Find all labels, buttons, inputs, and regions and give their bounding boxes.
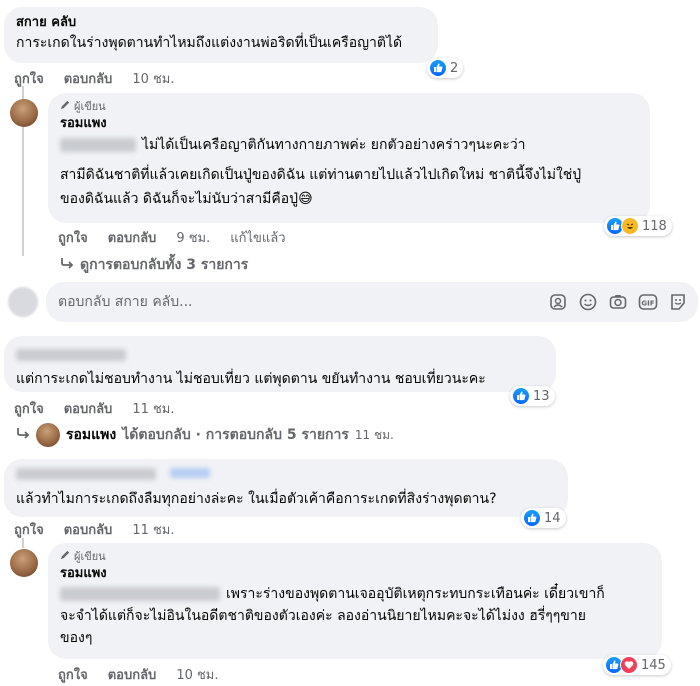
- love-reaction-icon: [620, 656, 638, 674]
- comment-text: ไม่ได้เป็นเครือญาติกันทางกายภาพค่ะ ยกตัว…: [142, 137, 526, 153]
- avatar: [36, 423, 60, 447]
- reply-summary-time: 11 ชม.: [354, 427, 394, 442]
- reply-button[interactable]: ตอบกลับ: [108, 664, 157, 685]
- gif-icon[interactable]: GIF: [638, 292, 658, 312]
- badge-redacted: [170, 468, 210, 478]
- view-replies-label: ดูการตอบกลับทั้ง 3 รายการ: [80, 257, 249, 273]
- reply-summary-text: ได้ตอบกลับ · การตอบกลับ 5 รายการ: [122, 427, 349, 443]
- comment-time[interactable]: 10 ชม.: [132, 68, 174, 89]
- avatar[interactable]: [10, 99, 38, 127]
- reply-button[interactable]: ตอบกลับ: [64, 68, 113, 89]
- commenter-name[interactable]: รอมแพง: [60, 115, 638, 133]
- comment-bubble: แล้วทำไมการะเกดถึงลืมทุกอย่างล่ะคะ ในเมื…: [4, 459, 568, 517]
- mention-redacted[interactable]: [60, 587, 220, 601]
- camera-icon[interactable]: [608, 292, 628, 312]
- comment-text: แล้วทำไมการะเกดถึงลืมทุกอย่างล่ะคะ ในเมื…: [16, 491, 497, 507]
- commenter-name[interactable]: รอมแพง: [60, 565, 650, 583]
- comment-actions: ถูกใจ ตอบกลับ 11 ชม.: [14, 398, 175, 419]
- reaction-count[interactable]: 118: [604, 216, 672, 236]
- reply-arrow-icon: [16, 427, 30, 443]
- author-badge: ผู้เขียน: [60, 99, 638, 115]
- like-button[interactable]: ถูกใจ: [14, 519, 44, 540]
- svg-text:GIF: GIF: [641, 300, 654, 308]
- commenter-name[interactable]: สกาย คลับ: [16, 14, 426, 32]
- comment-bubble: ผู้เขียน รอมแพง เพราะร่างของพุดตานเจออุบ…: [48, 543, 662, 659]
- comment-text: การะเกดในร่างพุดตานทำไหมถึงแต่งงานพ่อริด…: [16, 35, 403, 51]
- comment-bubble: แต่การะเกดไม่ชอบทำงาน ไม่ชอบเที่ยว แต่พุ…: [4, 336, 556, 392]
- pencil-icon: [60, 549, 71, 565]
- like-reaction-icon: [429, 59, 447, 77]
- reaction-count[interactable]: 14: [521, 508, 566, 528]
- reply-button[interactable]: ตอบกลับ: [108, 227, 157, 248]
- comment-text: สามีดิฉันชาติที่แล้วเคยเกิดเป็นปู่ของดิฉ…: [60, 167, 582, 183]
- reply-summary-name: รอมแพง: [66, 427, 117, 443]
- like-button[interactable]: ถูกใจ: [58, 227, 88, 248]
- comment-text: แต่การะเกดไม่ชอบทำงาน ไม่ชอบเที่ยว แต่พุ…: [16, 371, 486, 387]
- input-toolbar: GIF: [548, 292, 688, 312]
- mention-redacted[interactable]: [60, 138, 136, 152]
- reaction-total: 145: [641, 657, 666, 673]
- like-reaction-icon: [512, 387, 530, 405]
- reaction-total: 118: [642, 218, 667, 234]
- author-badge-label: ผู้เขียน: [74, 100, 106, 113]
- comment-text-line: ไม่ได้เป็นเครือญาติกันทางกายภาพค่ะ ยกตัว…: [60, 133, 638, 157]
- comment-text: ของๆ: [60, 630, 93, 646]
- comment-bubble: ผู้เขียน รอมแพง ไม่ได้เป็นเครือญาติกันทา…: [48, 93, 650, 223]
- comment-time[interactable]: 11 ชม.: [132, 398, 174, 419]
- comment-text: เพราะร่างของพุดตานเจออุบัติเหตุกระทบกระเ…: [226, 586, 605, 602]
- emoji-icon[interactable]: [578, 292, 598, 312]
- commenter-name-redacted[interactable]: [16, 348, 126, 361]
- reaction-total: 14: [544, 510, 561, 526]
- like-reaction-icon: [523, 509, 541, 527]
- reply-arrow-icon: [60, 257, 74, 273]
- comment-time[interactable]: 11 ชม.: [132, 519, 174, 540]
- reply-input-box[interactable]: ตอบกลับ สกาย คลับ... GIF: [46, 282, 698, 322]
- comment-actions: ถูกใจ ตอบกลับ 10 ชม.: [58, 664, 219, 685]
- sticker-icon[interactable]: [668, 292, 688, 312]
- avatar-sticker-icon[interactable]: [548, 292, 568, 312]
- pencil-icon: [60, 99, 71, 115]
- comment-text: ของดิฉันแล้ว ดิฉันก็จะไม่นับว่าสามีคือปู…: [60, 191, 313, 207]
- commenter-name-row: [16, 466, 556, 480]
- avatar: [8, 287, 38, 317]
- comment-actions: ถูกใจ ตอบกลับ 10 ชม.: [14, 68, 175, 89]
- comment-actions: ถูกใจ ตอบกลับ 11 ชม.: [14, 519, 175, 540]
- view-replies-link[interactable]: ดูการตอบกลับทั้ง 3 รายการ: [60, 254, 248, 276]
- author-badge: ผู้เขียน: [60, 549, 650, 565]
- comment-time[interactable]: 9 ชม.: [176, 227, 210, 248]
- comment-actions: ถูกใจ ตอบกลับ 9 ชม. แก้ไขแล้ว: [58, 227, 286, 248]
- reaction-count[interactable]: 145: [603, 655, 671, 675]
- comment-text: จะจำได้แต่ก็จะไม่อินในอดีตชาติของตัวเองค…: [60, 608, 586, 624]
- like-button[interactable]: ถูกใจ: [14, 398, 44, 419]
- reply-button[interactable]: ตอบกลับ: [64, 398, 113, 419]
- commenter-name-redacted[interactable]: [16, 468, 156, 480]
- reply-summary-link[interactable]: รอมแพง ได้ตอบกลับ · การตอบกลับ 5 รายการ …: [16, 423, 394, 447]
- reaction-count[interactable]: 2: [427, 58, 464, 78]
- reaction-total: 13: [533, 388, 550, 404]
- reply-input[interactable]: ตอบกลับ สกาย คลับ...: [58, 291, 548, 313]
- avatar[interactable]: [10, 549, 38, 577]
- reply-button[interactable]: ตอบกลับ: [64, 519, 113, 540]
- thread-line: [22, 538, 32, 548]
- comment-text-line: เพราะร่างของพุดตานเจออุบัติเหตุกระทบกระเ…: [60, 583, 650, 605]
- comment-time[interactable]: 10 ชม.: [176, 664, 218, 685]
- author-badge-label: ผู้เขียน: [74, 550, 106, 563]
- reaction-count[interactable]: 13: [510, 386, 555, 406]
- edited-label[interactable]: แก้ไขแล้ว: [230, 227, 285, 248]
- like-button[interactable]: ถูกใจ: [58, 664, 88, 685]
- comment-bubble: สกาย คลับ การะเกดในร่างพุดตานทำไหมถึงแต่…: [4, 7, 438, 63]
- haha-reaction-icon: [621, 217, 639, 235]
- reaction-total: 2: [450, 60, 459, 76]
